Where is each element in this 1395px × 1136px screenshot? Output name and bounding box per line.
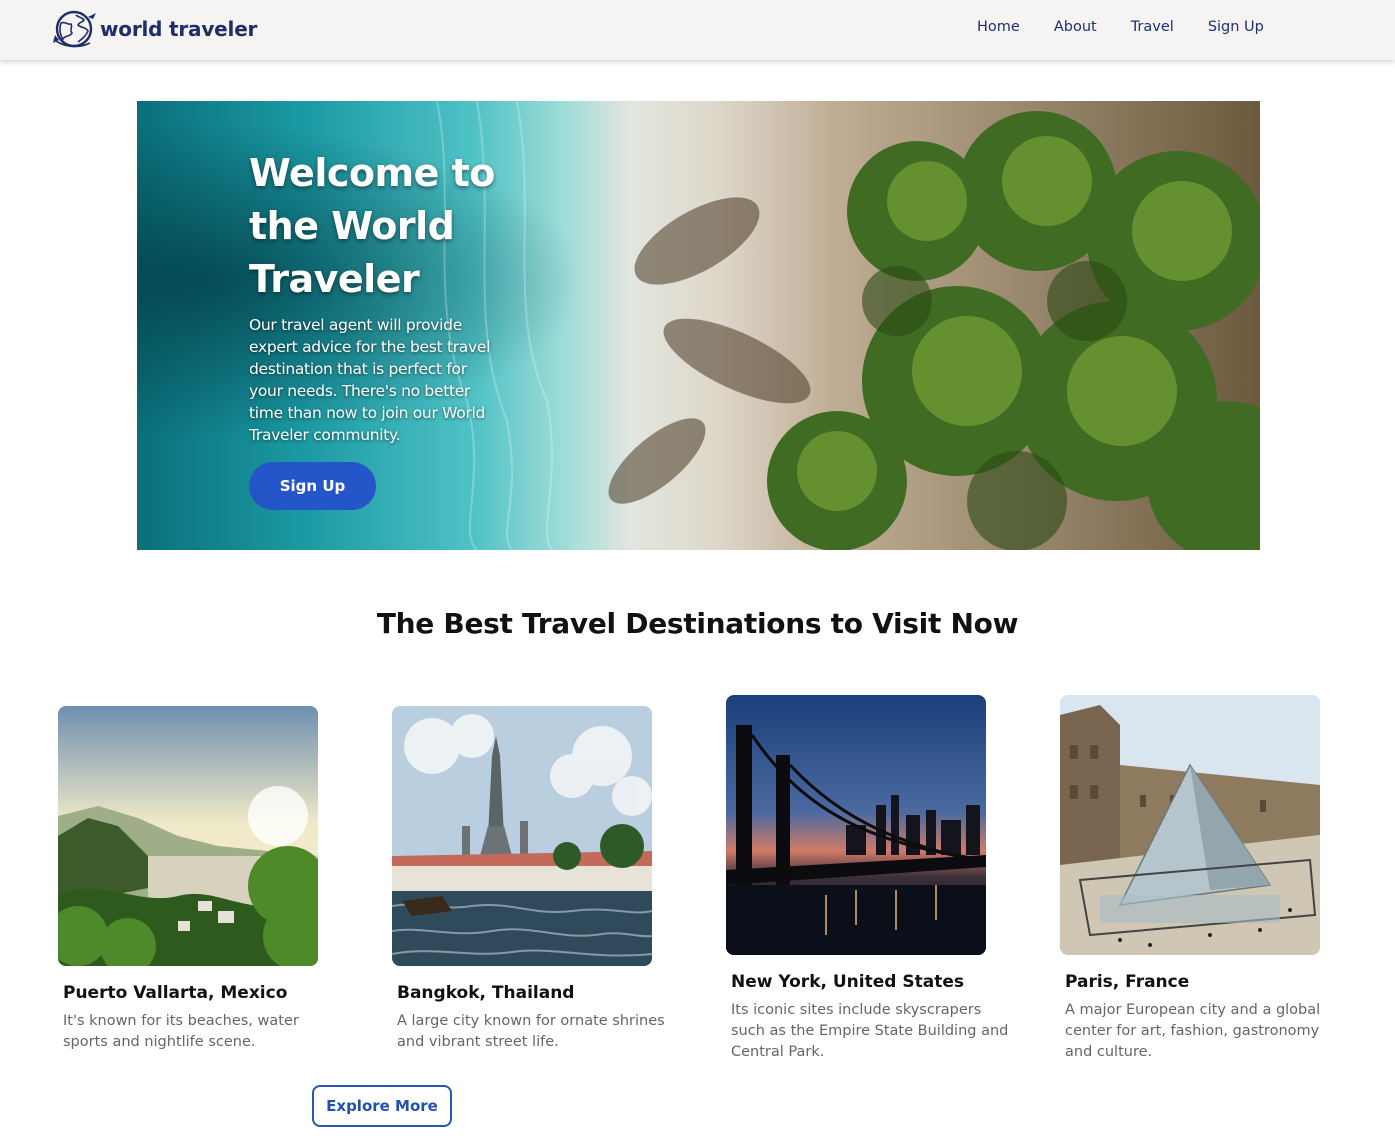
destination-image	[392, 706, 652, 966]
brand-logo-link[interactable]: world traveler	[52, 9, 257, 49]
destination-card[interactable]: Puerto Vallarta, Mexico It's known for i…	[58, 706, 348, 1053]
nav-home-link[interactable]: Home	[977, 19, 1020, 35]
hero-signup-button[interactable]: Sign Up	[249, 462, 376, 510]
globe-plane-icon	[53, 10, 96, 48]
destination-title: Bangkok, Thailand	[397, 983, 575, 1003]
hero-title: Welcome to the World Traveler	[249, 151, 495, 301]
section-title: The Best Travel Destinations to Visit No…	[376, 607, 1019, 640]
nav-menu: Home About Travel Sign Up	[977, 19, 1298, 35]
hero-banner: Welcome to the World Traveler Our travel…	[137, 101, 1260, 550]
explore-more-button[interactable]: Explore More	[312, 1085, 452, 1127]
nav-signup-link[interactable]: Sign Up	[1208, 19, 1264, 35]
destination-image	[58, 706, 318, 966]
destination-image	[726, 695, 986, 955]
destination-title: Paris, France	[1065, 972, 1190, 992]
destination-description: A major European city and a global cente…	[1065, 1002, 1321, 1060]
destination-card[interactable]: Bangkok, Thailand A large city known for…	[392, 706, 682, 1053]
destination-description: It's known for its beaches, water sports…	[63, 1013, 299, 1050]
brand-name: world traveler	[100, 17, 258, 41]
destination-description: Its iconic sites include skyscrapers suc…	[731, 1002, 1009, 1060]
nav-about-link[interactable]: About	[1054, 19, 1097, 35]
nav-travel-link[interactable]: Travel	[1131, 19, 1174, 35]
destination-card[interactable]: Paris, France A major European city and …	[1060, 695, 1350, 1063]
destination-image	[1060, 695, 1320, 955]
destination-description: A large city known for ornate shrines an…	[397, 1013, 665, 1050]
navbar: world traveler Home About Travel Sign Up	[0, 0, 1395, 60]
destination-title: New York, United States	[731, 972, 964, 992]
destination-card[interactable]: New York, United States Its iconic sites…	[726, 695, 1016, 1063]
hero-description: Our travel agent will provide expert adv…	[249, 316, 491, 444]
hero-text-block: Welcome to the World Traveler Our travel…	[249, 147, 509, 446]
destination-title: Puerto Vallarta, Mexico	[63, 983, 288, 1003]
